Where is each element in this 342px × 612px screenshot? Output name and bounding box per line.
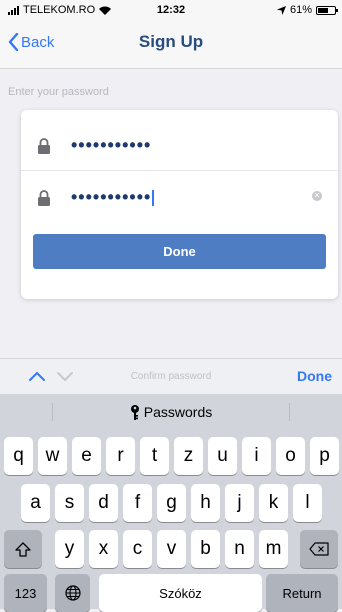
key-k[interactable]: k [259, 484, 288, 522]
clear-icon[interactable]: ✕ [312, 191, 322, 201]
done-button[interactable]: Done [33, 234, 326, 269]
lock-icon [38, 190, 50, 206]
backspace-icon [309, 542, 329, 556]
confirm-password-value: ••••••••••• [71, 187, 155, 208]
text-cursor [152, 190, 155, 207]
key-l[interactable]: l [293, 484, 322, 522]
confirm-dots: ••••••••••• [71, 187, 152, 207]
key-t[interactable]: t [140, 437, 169, 475]
key-b[interactable]: b [191, 530, 220, 568]
key-w[interactable]: w [38, 437, 67, 475]
shift-icon [15, 541, 31, 557]
globe-key[interactable] [55, 574, 90, 612]
keyboard-suggestion-bar: Passwords [0, 394, 342, 430]
confirm-password-field[interactable]: ••••••••••• ✕ [21, 172, 338, 222]
accessory-done-button[interactable]: Done [297, 368, 332, 384]
key-v[interactable]: v [157, 530, 186, 568]
key-g[interactable]: g [157, 484, 186, 522]
return-key[interactable]: Return [266, 574, 338, 612]
key-o[interactable]: o [276, 437, 305, 475]
key-z[interactable]: z [174, 437, 203, 475]
key-x[interactable]: x [89, 530, 118, 568]
passwords-label: Passwords [143, 404, 213, 420]
globe-icon [64, 585, 81, 601]
key-d[interactable]: d [89, 484, 118, 522]
key-icon [130, 405, 139, 420]
key-s[interactable]: s [55, 484, 84, 522]
key-a[interactable]: a [21, 484, 50, 522]
shift-key[interactable] [4, 530, 42, 568]
key-row-2: a s d f g h j k l [0, 484, 342, 522]
key-i[interactable]: i [242, 437, 271, 475]
key-c[interactable]: c [123, 530, 152, 568]
password-value: ••••••••••• [71, 135, 152, 155]
numbers-key[interactable]: 123 [4, 574, 47, 612]
key-p[interactable]: p [310, 437, 339, 475]
key-row-1: q w e r t z u i o p [0, 437, 342, 475]
key-y[interactable]: y [55, 530, 84, 568]
key-f[interactable]: f [123, 484, 152, 522]
space-key[interactable]: Szóköz [99, 574, 262, 612]
lock-icon [38, 138, 50, 154]
battery-icon [316, 5, 338, 15]
password-card: ••••••••••• ••••••••••• ✕ Done [21, 110, 338, 299]
keyboard: Passwords q w e r t z u i o p a s d f g … [0, 394, 342, 612]
key-e[interactable]: e [72, 437, 101, 475]
page-title: Sign Up [138, 32, 204, 51]
key-m[interactable]: m [259, 530, 288, 568]
navigation-bar: Back Sign Up [0, 20, 342, 69]
status-bar: TELEKOM.RO 12:32 61% [0, 0, 342, 20]
password-field[interactable]: ••••••••••• [21, 120, 338, 171]
backspace-key[interactable] [300, 530, 338, 568]
key-row-4: 123 Szóköz Return [0, 574, 342, 612]
key-q[interactable]: q [4, 437, 33, 475]
key-r[interactable]: r [106, 437, 135, 475]
key-h[interactable]: h [191, 484, 220, 522]
accessory-field-label: Confirm password [130, 371, 212, 382]
key-u[interactable]: u [208, 437, 237, 475]
key-row-3: y x c v b n m [0, 530, 342, 568]
password-hint: Enter your password [8, 86, 109, 98]
battery-percent: 61% [289, 4, 312, 16]
key-j[interactable]: j [225, 484, 254, 522]
key-n[interactable]: n [225, 530, 254, 568]
passwords-suggestion[interactable]: Passwords [0, 404, 342, 420]
location-icon [276, 5, 286, 15]
keyboard-accessory-bar: Confirm password Done [0, 358, 342, 395]
status-right: 61% [276, 4, 338, 16]
